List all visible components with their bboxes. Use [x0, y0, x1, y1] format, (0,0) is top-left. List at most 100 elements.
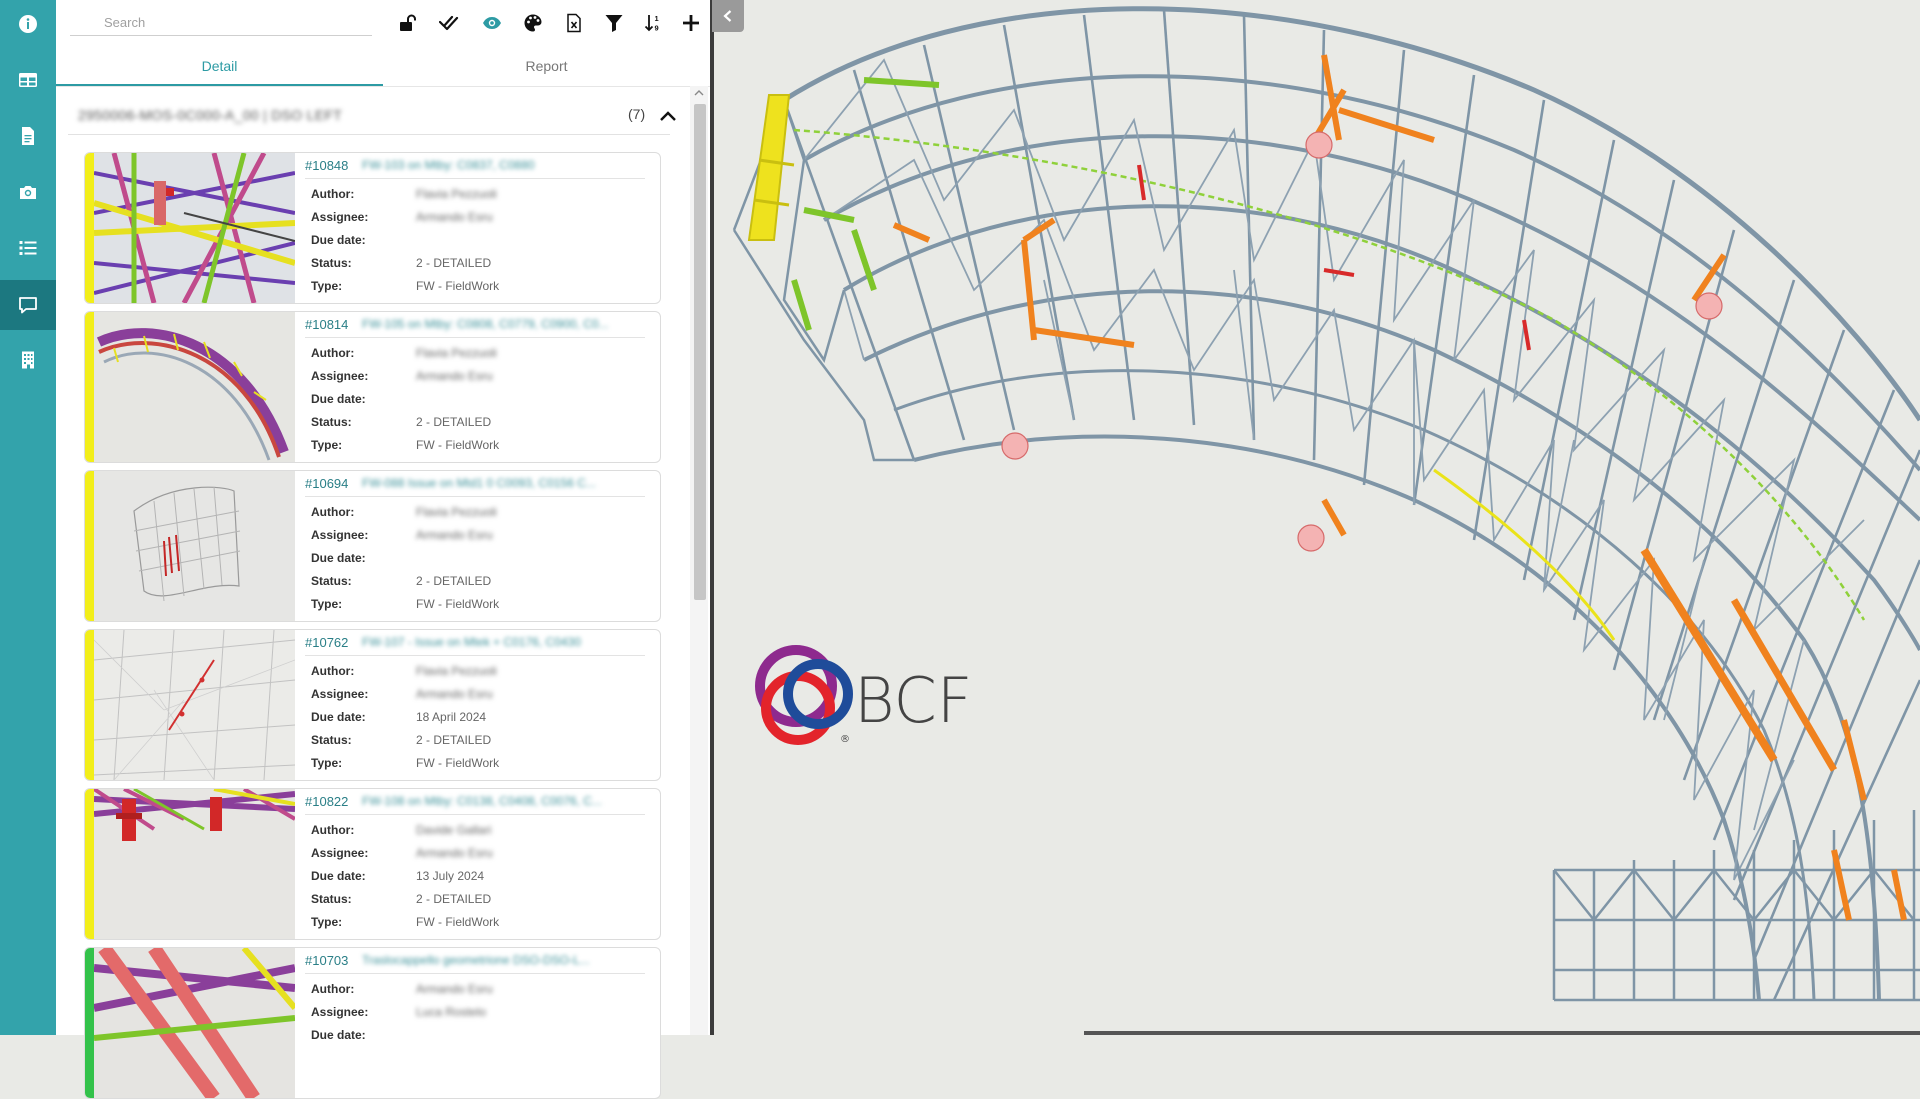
type-value: FW - FieldWork: [416, 597, 500, 611]
issue-title: Traslocappello geometrione DSO-DSO-L...: [362, 953, 590, 967]
author-label: Author:: [311, 187, 355, 201]
add-icon: [683, 15, 699, 31]
divider: [305, 496, 645, 497]
status-label: Status:: [311, 892, 352, 906]
filter-button[interactable]: [601, 10, 627, 36]
type-label: Type:: [311, 756, 343, 770]
chevron-up-icon[interactable]: [658, 106, 678, 126]
issue-card[interactable]: #10822 FW-108 on Mtby: C0138, C0408, C00…: [84, 788, 661, 940]
issue-snapshot: [94, 948, 295, 1098]
issue-card[interactable]: #10814 FW-105 on Mtby: C0808, C0779, C09…: [84, 311, 661, 463]
issue-id: #10848: [305, 158, 349, 173]
issue-group-header[interactable]: 2950006-MOS-0C000-A_00 | DSO LEFT (7): [68, 96, 676, 135]
scrollbar-thumb[interactable]: [694, 104, 706, 600]
model-viewer[interactable]: BCF ®: [714, 0, 1920, 1035]
issue-title: FW-107 - Issue on Mtek + C0176, C0430: [362, 635, 581, 649]
group-count: (7): [628, 106, 646, 122]
group-title: 2950006-MOS-0C000-A_00 | DSO LEFT: [78, 107, 343, 123]
app-rail: [0, 0, 56, 1035]
due-date-label: Due date:: [311, 233, 366, 247]
building-rail-button[interactable]: [0, 336, 56, 384]
issue-id: #10822: [305, 794, 349, 809]
status-color-stripe: [85, 948, 94, 1098]
issue-title: FW-088 Issue on Mtd1 0 C0093, C0156 C...: [362, 476, 596, 490]
panel-tabs: Detail Report: [56, 46, 710, 87]
type-label: Type:: [311, 597, 343, 611]
author-value: Armando Esru: [416, 982, 493, 996]
color-button[interactable]: [520, 10, 546, 36]
status-label: Status:: [311, 574, 352, 588]
author-label: Author:: [311, 664, 355, 678]
issue-id: #10814: [305, 317, 349, 332]
type-label: Type:: [311, 438, 343, 452]
steel-structure-model[interactable]: BCF ®: [714, 0, 1920, 1035]
assignee-value: Armando Esru: [416, 369, 493, 383]
issue-card[interactable]: #10703 Traslocappello geometrione DSO-DS…: [84, 947, 661, 1099]
unlock-icon: [400, 14, 416, 31]
issue-title: FW-108 on Mtby: C0138, C0408, C0076, C..…: [362, 794, 602, 808]
document-rail-button[interactable]: [0, 112, 56, 160]
status-value: 2 - DETAILED: [416, 415, 492, 429]
list-rail-button[interactable]: [0, 224, 56, 272]
due-date-label: Due date:: [311, 1028, 366, 1042]
type-value: FW - FieldWork: [416, 915, 500, 929]
comment-rail-button[interactable]: [0, 280, 56, 330]
collapse-panel-button[interactable]: [712, 0, 744, 32]
camera-icon: [20, 186, 36, 199]
unlock-button[interactable]: [394, 10, 420, 36]
tab-detail[interactable]: Detail: [56, 46, 383, 86]
add-issue-button[interactable]: [678, 10, 704, 36]
double-check-button[interactable]: [436, 10, 462, 36]
status-color-stripe: [85, 471, 94, 621]
assignee-label: Assignee:: [311, 528, 369, 542]
assignee-value: Luca Rostelo: [416, 1005, 487, 1019]
issue-card[interactable]: #10848 FW-103 on Mtby: C0837, C0880 Auth…: [84, 152, 661, 304]
list-icon: [19, 241, 37, 255]
type-value: FW - FieldWork: [416, 279, 500, 293]
author-label: Author:: [311, 823, 355, 837]
assignee-value: Armando Esru: [416, 687, 493, 701]
status-value: 2 - DETAILED: [416, 892, 492, 906]
info-icon: [19, 15, 37, 33]
author-label: Author:: [311, 346, 355, 360]
info-rail-button[interactable]: [0, 0, 56, 48]
assignee-label: Assignee:: [311, 1005, 369, 1019]
assignee-value: Armando Esru: [416, 846, 493, 860]
divider: [305, 973, 645, 974]
divider: [305, 337, 645, 338]
issue-snapshot: [94, 153, 295, 303]
issue-card[interactable]: #10762 FW-107 - Issue on Mtek + C0176, C…: [84, 629, 661, 781]
panel-toolbar: 19: [56, 0, 710, 46]
author-value: Flavia Pezzuoli: [416, 187, 497, 201]
document-icon: [22, 127, 34, 145]
issue-title: FW-105 on Mtby: C0808, C0779, C0900, C0.…: [362, 317, 609, 331]
status-color-stripe: [85, 153, 94, 303]
type-label: Type:: [311, 915, 343, 929]
status-value: 2 - DETAILED: [416, 256, 492, 270]
status-label: Status:: [311, 733, 352, 747]
issue-snapshot: [94, 789, 295, 939]
filter-icon: [605, 15, 623, 32]
issue-id: #10694: [305, 476, 349, 491]
author-label: Author:: [311, 982, 355, 996]
palette-icon: [524, 14, 542, 32]
export-excel-button[interactable]: [561, 10, 587, 36]
status-color-stripe: [85, 312, 94, 462]
visibility-button[interactable]: [479, 10, 505, 36]
due-date-value: 13 July 2024: [416, 869, 485, 883]
search-input[interactable]: [70, 10, 372, 36]
issue-snapshot: [94, 312, 295, 462]
table-rail-button[interactable]: [0, 56, 56, 104]
tab-report[interactable]: Report: [383, 46, 710, 86]
status-label: Status:: [311, 256, 352, 270]
status-color-stripe: [85, 630, 94, 780]
scroll-up-arrow-icon[interactable]: [694, 88, 704, 98]
excel-export-icon: [567, 13, 581, 33]
svg-text:9: 9: [655, 24, 659, 33]
chevron-left-icon: [723, 10, 732, 22]
issue-card[interactable]: #10694 FW-088 Issue on Mtd1 0 C0093, C01…: [84, 470, 661, 622]
sort-button[interactable]: 19: [641, 10, 667, 36]
issue-snapshot: [94, 471, 295, 621]
assignee-value: Armando Esru: [416, 210, 493, 224]
camera-rail-button[interactable]: [0, 168, 56, 216]
